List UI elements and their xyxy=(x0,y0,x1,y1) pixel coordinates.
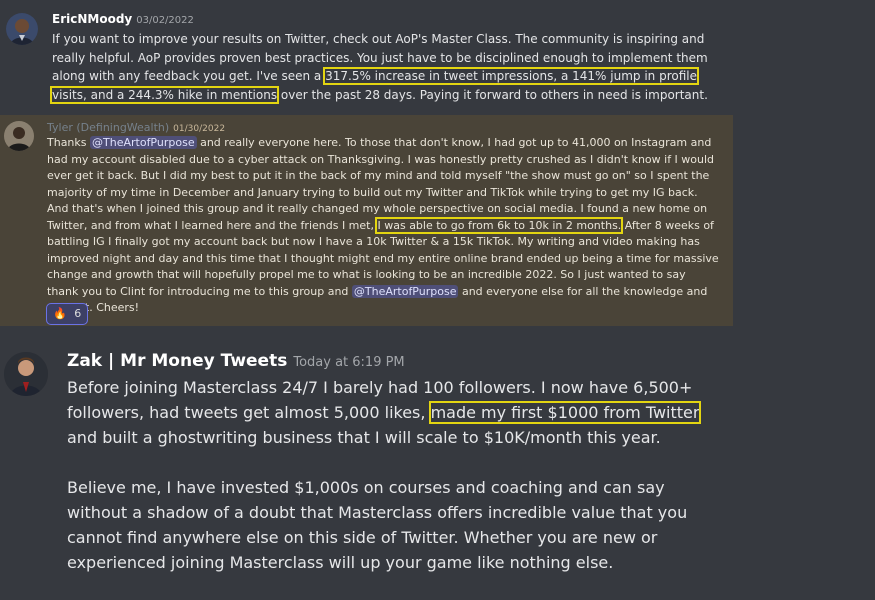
avatar[interactable] xyxy=(4,121,34,151)
text-segment: over the past 28 days. Paying it forward… xyxy=(277,87,708,102)
text-segment: and built a ghostwriting business that I… xyxy=(67,428,661,447)
reaction-count: 6 xyxy=(74,307,82,320)
mention-link[interactable]: @TheArtofPurpose xyxy=(351,284,459,298)
username[interactable]: Zak | Mr Money Tweets xyxy=(67,351,287,371)
timestamp: 03/02/2022 xyxy=(136,15,194,26)
message-ericnmoody: EricNMoody 03/02/2022 If you want to impr… xyxy=(0,0,732,112)
avatar[interactable] xyxy=(4,352,48,396)
message-text: Before joining Masterclass 24/7 I barely… xyxy=(67,375,727,600)
paragraph: Before joining Masterclass 24/7 I barely… xyxy=(67,375,727,450)
message-zak: Zak | Mr Money Tweets Today at 6:19 PM Be… xyxy=(0,330,875,572)
paragraph: Believe me, I have invested $1,000s on c… xyxy=(67,478,688,572)
username[interactable]: Tyler (DefiningWealth) xyxy=(47,121,169,134)
timestamp: Today at 6:19 PM xyxy=(293,355,405,370)
avatar[interactable] xyxy=(6,13,38,45)
reaction-button[interactable]: 🔥 6 xyxy=(46,303,89,325)
highlighted-text: I was able to go from 6k to 10k in 2 mon… xyxy=(375,216,624,234)
text-segment: and really everyone here. To those that … xyxy=(47,136,715,232)
fire-emoji-icon: 🔥 xyxy=(53,307,67,320)
timestamp: 01/30/2022 xyxy=(173,124,226,134)
mention-link[interactable]: @TheArtofPurpose xyxy=(90,136,197,149)
message-text: Thanks @TheArtofPurpose and really every… xyxy=(47,135,719,317)
username[interactable]: EricNMoody xyxy=(52,12,132,26)
highlighted-text: made my first $1000 from Twitter xyxy=(428,401,702,424)
message-tyler: Tyler (DefiningWealth) 01/30/2022 Thanks … xyxy=(0,115,733,326)
message-text: If you want to improve your results on T… xyxy=(50,30,728,104)
text-segment: Thanks xyxy=(47,136,91,149)
